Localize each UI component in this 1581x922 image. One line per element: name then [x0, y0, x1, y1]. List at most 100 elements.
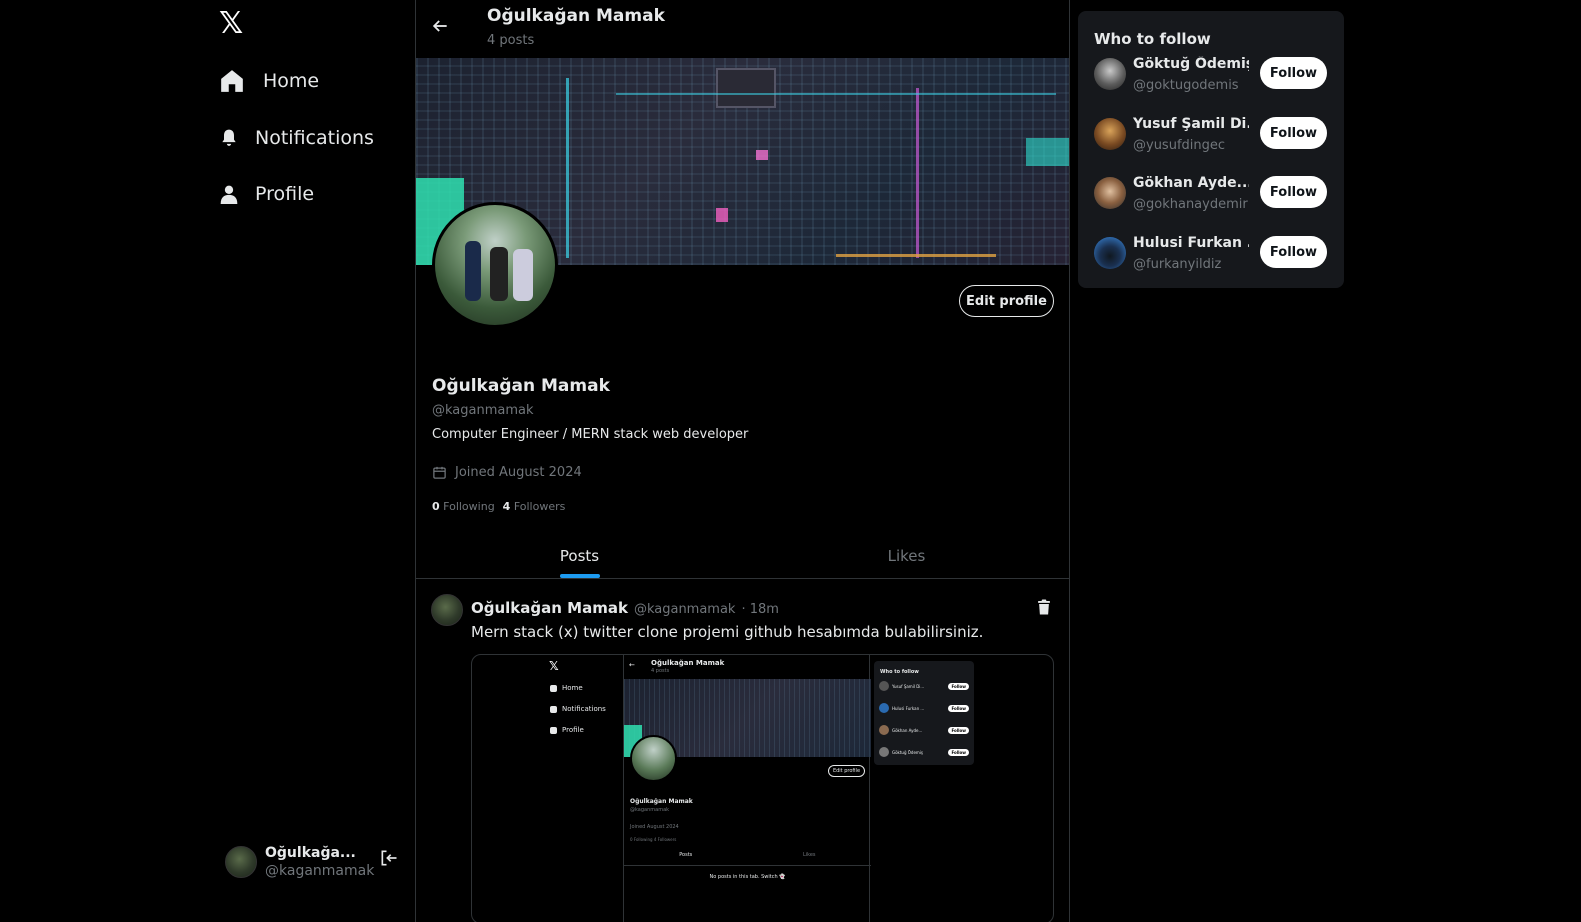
mini-follow-button: Follow: [948, 726, 969, 734]
mini-nav-home: Home: [550, 684, 583, 692]
profile-header-bar: Oğulkağan Mamak 4 posts: [416, 0, 1069, 58]
post-text: Mern stack (x) twitter clone projemi git…: [471, 623, 984, 641]
mini-nav-home-label: Home: [562, 684, 583, 692]
mini-edit-button: Edit profile: [828, 765, 865, 777]
mini-avatar: [630, 735, 677, 782]
left-sidebar: 𝕏 Home Notifications Profile Oğulkağa...…: [0, 0, 415, 922]
x-logo-icon[interactable]: 𝕏: [219, 6, 243, 41]
mini-nav-notifications: Notifications: [550, 705, 606, 713]
following-label: Following: [443, 500, 495, 513]
follow-button[interactable]: Follow: [1260, 176, 1327, 208]
post-avatar[interactable]: [431, 594, 463, 626]
logout-icon[interactable]: [379, 848, 399, 868]
account-name: Oğulkağa...: [265, 845, 356, 861]
post-author-handle: @kaganmamak: [633, 602, 736, 617]
mini-follow-button: Follow: [948, 748, 969, 756]
nav-profile[interactable]: Profile: [219, 181, 314, 207]
tab-likes-label: Likes: [887, 546, 926, 565]
mini-nav-notifications-label: Notifications: [562, 705, 606, 713]
mini-tab-posts: Posts: [679, 852, 693, 858]
mini-wtf-name: Gökhan Ayde...: [892, 727, 923, 733]
mini-wtf-row: Hulusi Furkan ... Follow: [879, 703, 969, 713]
mini-empty-message: No posts in this tab. Switch 👻: [709, 874, 786, 880]
mini-main-column: ← Oğulkağan Mamak 4 posts Edit profile O…: [623, 655, 871, 922]
mini-joined: Joined August 2024: [630, 824, 679, 830]
app-root: 𝕏 Home Notifications Profile Oğulkağa...…: [0, 0, 1581, 922]
user-icon: [220, 185, 238, 204]
edit-profile-button[interactable]: Edit profile: [959, 285, 1054, 317]
account-handle: @kaganmamak: [265, 863, 375, 879]
nav-home[interactable]: Home: [219, 68, 319, 94]
suggested-user-name[interactable]: Yusuf Şamil Di...: [1133, 116, 1249, 132]
tab-likes[interactable]: Likes: [743, 533, 1069, 578]
post-count: 4 posts: [487, 33, 535, 48]
nav-notifications[interactable]: Notifications: [219, 126, 374, 150]
back-arrow-icon[interactable]: [430, 16, 450, 36]
account-switcher[interactable]: Oğulkağa... @kaganmamak: [225, 845, 374, 879]
post-timestamp: · 18m: [741, 602, 779, 617]
suggested-user[interactable]: Göktuğ Ödemiş @goktugodemis Follow: [1093, 56, 1329, 102]
mini-back-arrow-icon: ←: [629, 661, 635, 669]
joined-text: Joined August 2024: [455, 465, 582, 480]
suggested-user[interactable]: Yusuf Şamil Di... @yusufdingec Follow: [1093, 116, 1329, 162]
active-tab-indicator: [559, 574, 600, 578]
tab-posts[interactable]: Posts: [416, 533, 743, 578]
suggested-user-name[interactable]: Hulusi Furkan ...: [1133, 235, 1249, 251]
nav-profile-label: Profile: [255, 183, 315, 205]
following-stat[interactable]: 0 Following: [432, 500, 495, 513]
suggested-user-handle: @furkanyildiz: [1133, 257, 1222, 272]
avatar[interactable]: [1094, 177, 1126, 209]
mini-who-to-follow: Who to follow Yusuf Şamil Di... Follow Hu…: [874, 661, 974, 765]
avatar[interactable]: [1094, 58, 1126, 90]
mini-wtf-name: Göktuğ Ödemiş: [892, 749, 924, 755]
mini-nav-profile-label: Profile: [562, 726, 584, 734]
main-column: Oğulkağan Mamak 4 posts Edit profile Oğu…: [415, 0, 1070, 922]
profile-tabs: Posts Likes: [416, 533, 1069, 579]
followers-label: Followers: [513, 500, 566, 513]
mini-profile-name: Oğulkağan Mamak: [630, 798, 693, 805]
post[interactable]: Oğulkağan Mamak @kaganmamak · 18m Mern s…: [416, 580, 1069, 922]
suggested-user-name[interactable]: Göktuğ Ödemiş: [1133, 56, 1249, 72]
tab-posts-label: Posts: [559, 546, 600, 565]
mini-follow-button: Follow: [948, 682, 969, 690]
mini-tab-likes: Likes: [802, 852, 816, 858]
followers-stat[interactable]: 4 Followers: [503, 500, 566, 513]
mini-profile-handle: @kaganmamak: [630, 807, 670, 813]
mini-wtf-row: Yusuf Şamil Di... Follow: [879, 681, 969, 691]
profile-avatar[interactable]: [432, 202, 558, 328]
profile-bio: Computer Engineer / MERN stack web devel…: [432, 427, 749, 442]
mini-wtf-name: Hulusi Furkan ...: [892, 705, 925, 711]
post-author-name[interactable]: Oğulkağan Mamak: [471, 599, 628, 617]
profile-handle: @kaganmamak: [432, 403, 534, 418]
post-header: Oğulkağan Mamak @kaganmamak · 18m: [471, 599, 779, 617]
follow-button[interactable]: Follow: [1260, 117, 1327, 149]
nav-home-label: Home: [263, 70, 320, 92]
trash-icon[interactable]: [1035, 598, 1053, 616]
suggested-user-handle: @yusufdingec: [1133, 138, 1226, 153]
follow-button[interactable]: Follow: [1260, 236, 1327, 268]
calendar-icon: [433, 466, 446, 479]
avatar: [225, 846, 257, 878]
following-count: 0: [432, 500, 440, 513]
follow-stats: 0 Following 4 Followers: [432, 500, 565, 513]
followers-count: 4: [502, 500, 511, 513]
mini-nav-profile: Profile: [550, 726, 584, 734]
suggested-user[interactable]: Gökhan Ayde... @gokhanaydemir Follow: [1093, 175, 1329, 221]
mini-wtf-name: Yusuf Şamil Di...: [892, 683, 925, 689]
mini-wtf-title: Who to follow: [880, 669, 919, 675]
mini-subtitle: 4 posts: [651, 668, 670, 674]
mini-title: Oğulkağan Mamak: [651, 659, 725, 667]
mini-wtf-row: Gökhan Ayde... Follow: [879, 725, 969, 735]
page-title: Oğulkağan Mamak: [487, 6, 665, 26]
joined-date: Joined August 2024: [432, 465, 582, 480]
avatar[interactable]: [1094, 237, 1126, 269]
follow-button[interactable]: Follow: [1260, 57, 1327, 89]
suggested-user-name[interactable]: Gökhan Ayde...: [1133, 175, 1249, 191]
profile-name: Oğulkağan Mamak: [432, 376, 610, 396]
bell-icon: [222, 129, 236, 146]
post-image[interactable]: 𝕏 Home Notifications Profile ← Oğulkağan…: [471, 654, 1054, 922]
suggested-user-handle: @goktugodemis: [1133, 78, 1239, 93]
avatar[interactable]: [1094, 118, 1126, 150]
suggested-user[interactable]: Hulusi Furkan ... @furkanyildiz Follow: [1093, 235, 1329, 281]
mini-tabs: Posts Likes: [624, 852, 871, 866]
